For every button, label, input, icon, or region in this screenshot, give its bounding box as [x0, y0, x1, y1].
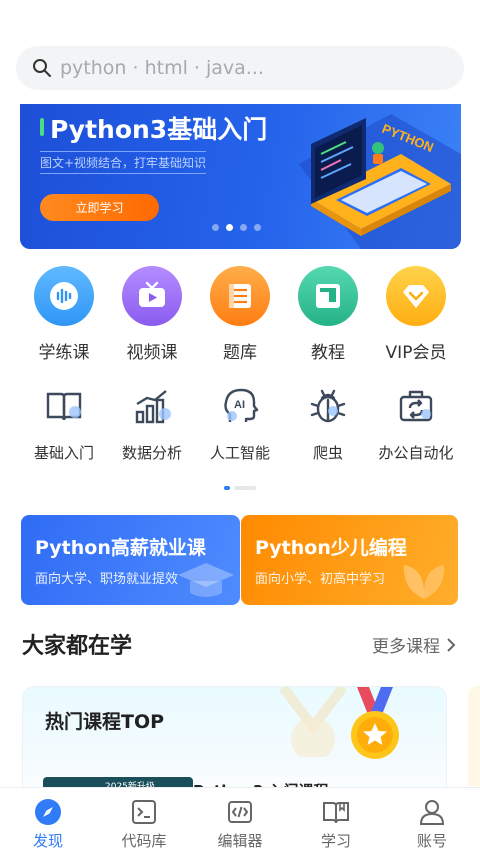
hot-courses-title: 热门课程TOP [45, 711, 165, 733]
topic-item-data-analysis[interactable]: 数据分析 [108, 384, 196, 463]
banner-pagination [212, 224, 261, 231]
category-item-question-bank[interactable]: 题库 [196, 266, 284, 363]
banner-learn-button[interactable]: 立即学习 [40, 194, 159, 221]
search-bar[interactable]: python · html · java... [16, 46, 464, 90]
audio-wave-icon [34, 266, 94, 326]
category-label: 题库 [223, 343, 257, 363]
promo-card-kids[interactable]: Python少儿编程 面向小学、初高中学习 [241, 515, 458, 605]
topic-label: 爬虫 [312, 444, 343, 462]
user-icon [418, 798, 446, 826]
banner-dot[interactable] [212, 224, 219, 231]
graduation-cap-icon [178, 563, 234, 597]
search-placeholder: python · html · java... [60, 57, 264, 79]
tab-label: 编辑器 [217, 832, 263, 850]
diamond-icon [386, 266, 446, 326]
search-icon [33, 59, 51, 77]
banner-dot[interactable] [254, 224, 261, 231]
promo-card-career[interactable]: Python高薪就业课 面向大学、职场就业提效 [21, 515, 240, 605]
topic-item-office-automation[interactable]: 办公自动化 [372, 384, 460, 463]
section-title: 大家都在学 [22, 634, 133, 659]
bug-icon [306, 384, 350, 428]
banner-dot-active[interactable] [226, 224, 233, 231]
category-item-tutorial[interactable]: 教程 [284, 266, 372, 363]
banner-dot[interactable] [240, 224, 247, 231]
terminal-icon [130, 798, 158, 826]
category-item-video[interactable]: 视频课 [108, 266, 196, 363]
svg-text:AI: AI [234, 399, 245, 411]
tab-discover[interactable]: 发现 [0, 788, 96, 853]
tab-label: 学习 [320, 832, 351, 850]
category-label: 教程 [311, 343, 345, 363]
tab-editor[interactable]: 编辑器 [192, 788, 288, 853]
chevron-right-icon [447, 637, 456, 652]
category-label: VIP会员 [385, 343, 447, 363]
grid-pagination [224, 486, 256, 490]
topic-grid: 基础入门 数据分析 AI 人工智能 爬虫 办公自动化 [0, 384, 480, 463]
topic-label: 人工智能 [209, 444, 270, 462]
main-category-grid: 学练课 视频课 题库 教程 VIP会员 [0, 266, 480, 363]
bar-chart-icon [130, 384, 174, 428]
banner-accent-bar [40, 118, 44, 136]
topic-label: 基础入门 [33, 444, 94, 462]
topic-label: 办公自动化 [378, 444, 454, 462]
topic-item-basics[interactable]: 基础入门 [20, 384, 108, 463]
laptop-illustration: PYTHON [299, 114, 461, 249]
banner-subtitle: 图文+视频结合，打牢基础知识 [40, 151, 207, 174]
promo-title: Python少儿编程 [255, 537, 407, 559]
tab-label: 账号 [416, 832, 447, 850]
grid-page-indicator-active [224, 486, 230, 490]
tab-code-library[interactable]: 代码库 [96, 788, 192, 853]
topic-item-crawler[interactable]: 爬虫 [284, 384, 372, 463]
topic-item-ai[interactable]: AI 人工智能 [196, 384, 284, 463]
category-item-vip[interactable]: VIP会员 [372, 266, 460, 363]
book-stack-icon [210, 266, 270, 326]
bottom-tab-bar: 发现 代码库 编辑器 学习 账号 [0, 787, 480, 853]
tv-icon [122, 266, 182, 326]
briefcase-icon [394, 384, 438, 428]
leaf-icon [403, 565, 445, 599]
banner-title: Python3基础入门 [50, 115, 268, 144]
category-label: 学练课 [38, 343, 90, 363]
grid-page-indicator [234, 486, 256, 490]
open-book-icon [42, 384, 86, 428]
category-label: 视频课 [126, 343, 178, 363]
compass-icon [34, 798, 62, 826]
topic-label: 数据分析 [121, 444, 182, 462]
document-icon [298, 266, 358, 326]
code-icon [226, 798, 254, 826]
tab-account[interactable]: 账号 [384, 788, 480, 853]
ai-head-icon: AI [218, 384, 262, 428]
next-card-peek[interactable] [468, 686, 480, 786]
promo-banner[interactable]: Python3基础入门 图文+视频结合，打牢基础知识 立即学习 PYTHON [20, 104, 461, 249]
promo-subtitle: 面向大学、职场就业提效 [35, 572, 179, 587]
medal-icon [351, 687, 399, 759]
tab-study[interactable]: 学习 [288, 788, 384, 853]
more-courses-label: 更多课程 [372, 637, 440, 657]
tab-label: 代码库 [121, 832, 167, 850]
category-item-practice[interactable]: 学练课 [20, 266, 108, 363]
tab-label: 发现 [32, 832, 63, 850]
book-icon [322, 798, 350, 826]
more-courses-link[interactable]: 更多课程 [372, 632, 456, 657]
promo-subtitle: 面向小学、初高中学习 [255, 572, 386, 587]
